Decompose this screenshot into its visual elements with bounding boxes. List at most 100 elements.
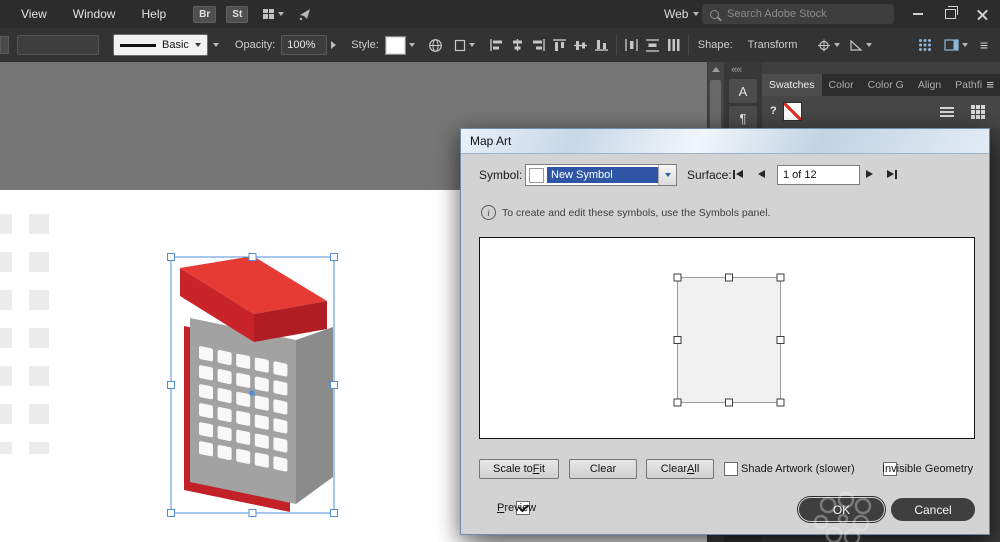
info-icon: i [481,205,496,220]
panel-layout-icon [944,39,959,51]
symbol-preview-area[interactable] [479,237,975,439]
align-left-icon[interactable] [489,38,504,52]
surface-value-field[interactable] [777,165,860,185]
scale-to-fit-button[interactable]: Scale to Fit [479,459,559,479]
menu-help[interactable]: Help [128,0,179,28]
document-icon [454,39,465,51]
next-surface-button[interactable] [860,165,878,183]
label-part: Cancel [914,502,952,517]
distribute-vertical-icon[interactable] [624,38,639,52]
chevron-down-icon [278,12,285,16]
gpu-performance-button[interactable] [298,7,312,21]
selection-center-point [249,390,255,396]
clear-button[interactable]: Clear [569,459,637,479]
snap-options-button[interactable] [849,39,873,52]
stroke-options-chevron-icon[interactable] [212,43,219,47]
arrange-documents-button[interactable] [262,8,285,20]
opacity-value: 100% [287,39,316,51]
dialog-title: Map Art [470,134,512,148]
bridge-button[interactable]: Br [193,5,217,23]
shade-artwork-checkbox[interactable] [724,462,738,476]
previous-surface-button[interactable] [752,165,770,183]
scroll-up-icon[interactable] [712,67,720,72]
symbol-dropdown-button[interactable] [658,165,676,185]
illustrator-app: { "menubar": { "menus": [ {"label": "Vie… [0,0,1000,542]
transform-panel-link[interactable]: Transform [748,39,798,51]
tab-pathfinder[interactable]: Pathfi [948,74,989,96]
isolate-button[interactable] [817,39,841,52]
restore-button[interactable] [934,0,966,28]
align-center-icon[interactable] [510,38,525,52]
tab-align[interactable]: Align [911,74,948,96]
stock-button[interactable]: St [226,5,249,23]
dialog-titlebar[interactable]: Map Art [461,129,989,154]
cancel-button[interactable]: Cancel [890,497,976,522]
stroke-preset-label: Basic [162,39,189,51]
clear-all-button[interactable]: Clear All [646,459,714,479]
opacity-field[interactable]: 100% [281,35,328,55]
chevron-down-icon [194,43,201,47]
chevron-down-icon [834,43,841,47]
panel-menu-icon[interactable]: ≡ [986,77,994,92]
first-surface-button[interactable] [729,165,747,183]
symbol-dropdown[interactable]: New Symbol [525,164,677,186]
toolbar-menu-icon[interactable]: ≡ [980,38,988,52]
style-chevron-icon[interactable] [408,43,415,47]
align-bottom-icon[interactable] [594,38,609,52]
align-right-icon[interactable] [531,38,546,52]
distribute-spacing-icon[interactable] [666,38,681,52]
workspace-grid-icon[interactable] [918,38,932,52]
panel-tabbar: Swatches Color Color G Align Pathfi [762,74,1000,96]
align-top-icon[interactable] [552,38,567,52]
appearance-proxy[interactable] [17,35,99,55]
panel-dock-button[interactable] [944,39,968,51]
menu-window[interactable]: Window [60,0,129,28]
minimize-button[interactable] [902,0,934,28]
align-group [489,38,609,52]
scrollbar-thumb[interactable] [710,80,721,132]
document-setup-button[interactable] [428,38,443,53]
distribute-horizontal-icon[interactable] [645,38,660,52]
mapped-symbol-square[interactable] [677,277,781,403]
label-part: review [504,502,537,514]
preferences-button[interactable] [454,39,475,52]
collapse-panels-icon[interactable]: «« [724,62,762,76]
workspace-switcher[interactable]: Web [664,0,700,28]
tab-color[interactable]: Color [822,74,861,96]
separator [615,35,617,55]
surface-label: Surface: [687,168,732,182]
label-part: OK [832,502,851,517]
label-part: Clear [660,463,688,475]
style-swatch[interactable] [384,35,406,55]
tab-color-guide[interactable]: Color G [861,74,911,96]
stock-search[interactable] [702,4,894,24]
none-swatch[interactable] [783,102,802,121]
calendar-side-face [296,327,333,504]
paragraph-panel-icon[interactable]: ¶ [729,106,757,130]
map-art-dialog: Map Art Symbol: New Symbol Surface: i To… [460,128,990,535]
align-middle-icon[interactable] [573,38,588,52]
opacity-menu-arrow-icon[interactable] [331,41,337,49]
ok-button[interactable]: OK [798,497,885,522]
menu-list: View Window Help [0,0,179,28]
target-icon [818,39,831,51]
label-part: ll [694,463,700,475]
stroke-preset-dropdown[interactable]: Basic [113,34,208,56]
swatch-question-glyph: ? [770,105,777,117]
symbol-label: Symbol: [479,168,523,182]
label-part: Scale to [493,463,533,475]
symbol-selected-value: New Symbol [547,167,658,183]
character-panel-icon[interactable]: A [729,79,757,103]
last-surface-button[interactable] [883,165,901,183]
menu-view[interactable]: View [8,0,60,28]
shape-panel-link[interactable]: Shape: [698,39,733,51]
opacity-label: Opacity: [234,39,276,51]
chevron-down-icon [664,173,671,177]
calendar-artwork[interactable] [180,256,333,512]
thumbnail-view-icon[interactable] [970,104,986,120]
close-button[interactable] [966,0,998,28]
symbol-swatch [529,167,544,183]
tab-swatches[interactable]: Swatches [762,74,822,96]
search-input[interactable] [725,7,879,21]
list-view-icon[interactable] [940,107,954,117]
